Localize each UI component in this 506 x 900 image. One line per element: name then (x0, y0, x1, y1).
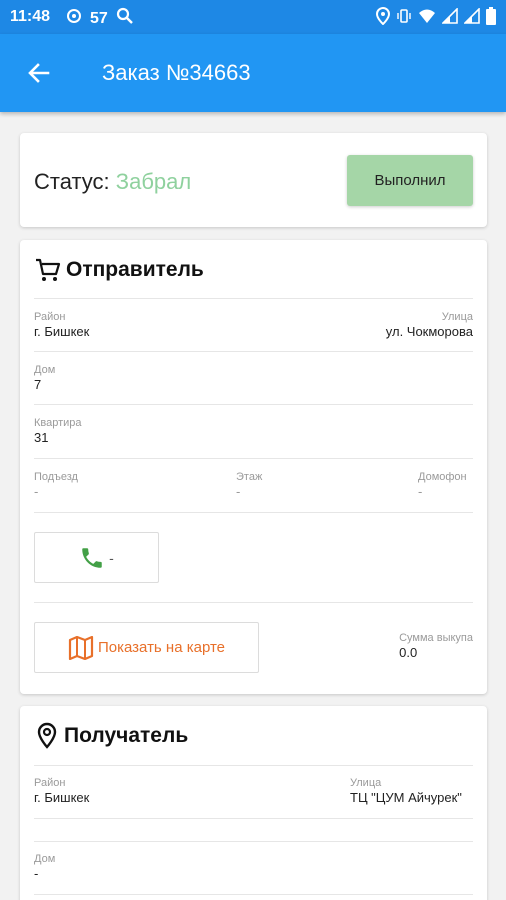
receiver-house-label: Дом (34, 853, 56, 865)
phone-icon (82, 547, 102, 568)
entrance-field: Подъезд - (34, 471, 78, 500)
receiver-card: Получатель Район г. Бишкек Улица ТЦ "ЦУМ… (20, 706, 487, 900)
vibrate-icon (396, 8, 412, 29)
receiver-district-field: Район г. Бишкек (34, 777, 89, 806)
location-pin-icon (37, 722, 57, 749)
district-field: Район г. Бишкек (34, 311, 89, 340)
arrow-back-icon (28, 63, 50, 83)
status-bar: 11:48 57 (0, 0, 506, 34)
receiver-district-value: г. Бишкек (34, 790, 90, 805)
buyout-field: Сумма выкупа 0.0 (399, 632, 473, 661)
receiver-street-value: ТЦ "ЦУМ Айчурек" (350, 790, 462, 805)
divider (34, 765, 473, 766)
receiver-district-label: Район (34, 777, 66, 789)
floor-label: Этаж (236, 471, 263, 483)
street-label: Улица (441, 311, 473, 323)
status-card: Статус: Забрал Выполнил (20, 133, 487, 227)
floor-field: Этаж - (236, 471, 262, 500)
divider (34, 512, 473, 513)
divider (34, 404, 473, 405)
signal-icon-2 (463, 7, 480, 29)
divider (34, 602, 473, 603)
intercom-value: - (418, 484, 423, 499)
sync-icon (66, 8, 82, 29)
sender-title: Отправитель (66, 258, 204, 281)
divider (34, 894, 473, 895)
wifi-icon (418, 8, 436, 29)
location-icon (375, 6, 391, 30)
divider (34, 351, 473, 352)
receiver-street-field: Улица ТЦ "ЦУМ Айчурек" (350, 777, 462, 806)
status-text: Статус: Забрал (34, 169, 191, 195)
sender-card: Отправитель Район г. Бишкек Улица ул. Чо… (20, 240, 487, 694)
status-time: 11:48 (10, 8, 51, 25)
divider (34, 841, 473, 842)
show-on-map-button[interactable]: Показать на карте (34, 622, 259, 673)
back-button[interactable] (22, 56, 56, 90)
phone-number: - (109, 549, 114, 566)
page-title: Заказ №34663 (102, 60, 251, 85)
battery-icon (486, 7, 496, 30)
house-field: Дом 7 (34, 364, 55, 393)
map-icon (68, 635, 94, 660)
house-label: Дом (34, 364, 56, 376)
show-on-map-label: Показать на карте (97, 639, 226, 656)
intercom-label: Домофон (418, 471, 467, 483)
receiver-title: Получатель (64, 724, 189, 747)
buyout-label: Сумма выкупа (399, 632, 473, 644)
street-field: Улица ул. Чокморова (386, 311, 473, 340)
house-value: 7 (34, 377, 42, 392)
floor-value: - (236, 484, 241, 499)
status-number: 57 (90, 9, 108, 27)
divider (34, 818, 473, 819)
search-icon (116, 7, 134, 30)
status-label: Статус: (34, 169, 110, 194)
entrance-value: - (34, 484, 39, 499)
intercom-field: Домофон - (418, 471, 467, 500)
receiver-header: Получатель (34, 722, 188, 750)
district-value: г. Бишкек (34, 324, 90, 339)
done-button[interactable]: Выполнил (347, 155, 473, 206)
app-bar: Заказ №34663 (0, 34, 506, 112)
status-value: Забрал (115, 169, 192, 194)
street-value: ул. Чокморова (385, 324, 473, 339)
call-button[interactable]: - (34, 532, 159, 583)
buyout-value: 0.0 (399, 645, 418, 660)
receiver-house-value: - (34, 866, 39, 881)
apartment-value: 31 (34, 430, 49, 445)
divider (34, 458, 473, 459)
district-label: Район (34, 311, 66, 323)
receiver-street-label: Улица (350, 777, 382, 789)
entrance-label: Подъезд (34, 471, 78, 483)
apartment-label: Квартира (34, 417, 82, 429)
receiver-house-field: Дом - (34, 853, 55, 882)
sender-header: Отправитель (34, 256, 204, 284)
signal-icon (441, 7, 458, 29)
apartment-field: Квартира 31 (34, 417, 82, 446)
cart-icon (36, 258, 61, 281)
divider (34, 298, 473, 299)
